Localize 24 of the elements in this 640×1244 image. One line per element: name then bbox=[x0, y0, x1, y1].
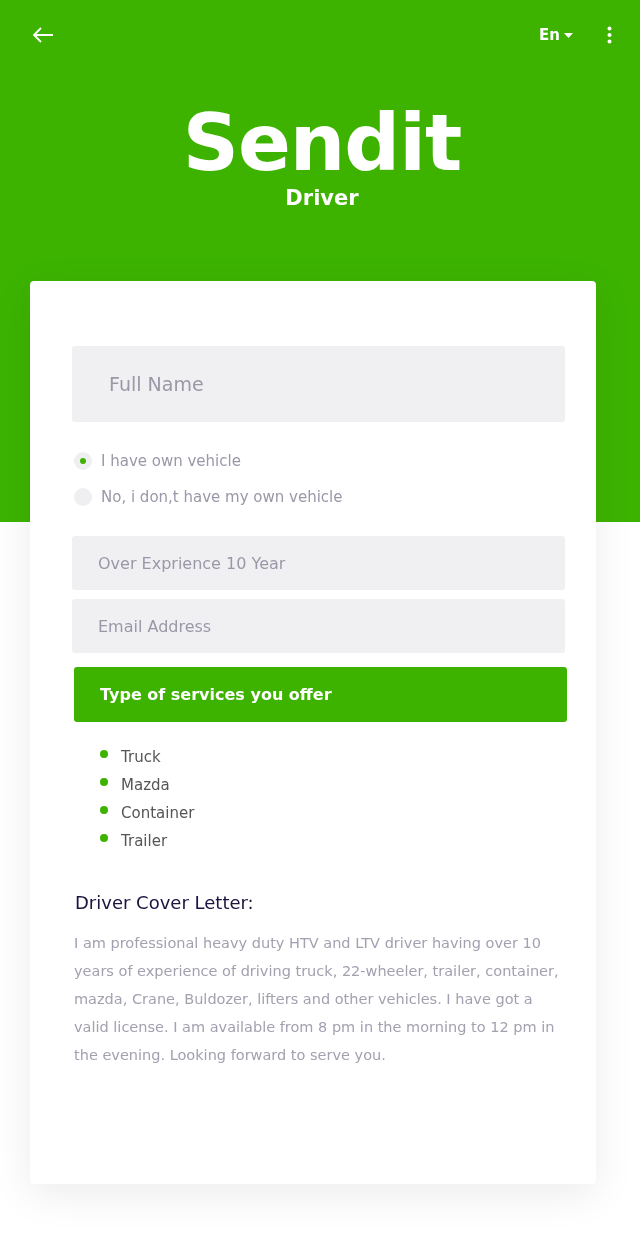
bullet-icon bbox=[100, 778, 108, 786]
language-selector[interactable]: En bbox=[537, 24, 575, 46]
service-item: Container bbox=[121, 803, 195, 824]
service-item: Mazda bbox=[121, 775, 170, 796]
logo: Sendit bbox=[181, 104, 463, 182]
bullet-icon bbox=[100, 806, 108, 814]
services-button[interactable]: Type of services you offer bbox=[74, 667, 567, 722]
cover-letter-text: I am professional heavy duty HTV and LTV driver having over 10 years of experience of driving truck, 22-wheeler, trailer, container, mazda, Crane, Buldozer, lifters and other vehicles. I have got a valid license. I am available from 8 pm in the morning to 12 pm in the evening. Looking forward to serve you. bbox=[74, 934, 560, 1065]
bullet-icon bbox=[100, 834, 108, 842]
radio-button[interactable] bbox=[74, 452, 92, 470]
subtitle: Driver bbox=[284, 186, 360, 210]
cover-letter-title: Driver Cover Letter: bbox=[75, 892, 255, 913]
full-name-field[interactable]: Full Name bbox=[72, 346, 565, 422]
service-item: Truck bbox=[121, 747, 161, 768]
vehicle-option[interactable]: I have own vehicle bbox=[74, 452, 565, 470]
bullet-icon bbox=[100, 750, 108, 758]
vehicle-option[interactable]: No, i don,t have my own vehicle bbox=[74, 488, 565, 506]
service-item: Trailer bbox=[121, 831, 168, 852]
caret-icon bbox=[564, 32, 573, 38]
experience-field[interactable]: Over Exprience 10 Year bbox=[72, 536, 565, 590]
email-field[interactable]: Email Address bbox=[72, 599, 565, 653]
back-arrow-icon bbox=[32, 26, 54, 44]
more-icon bbox=[607, 26, 612, 44]
more-menu-button[interactable] bbox=[605, 24, 614, 46]
